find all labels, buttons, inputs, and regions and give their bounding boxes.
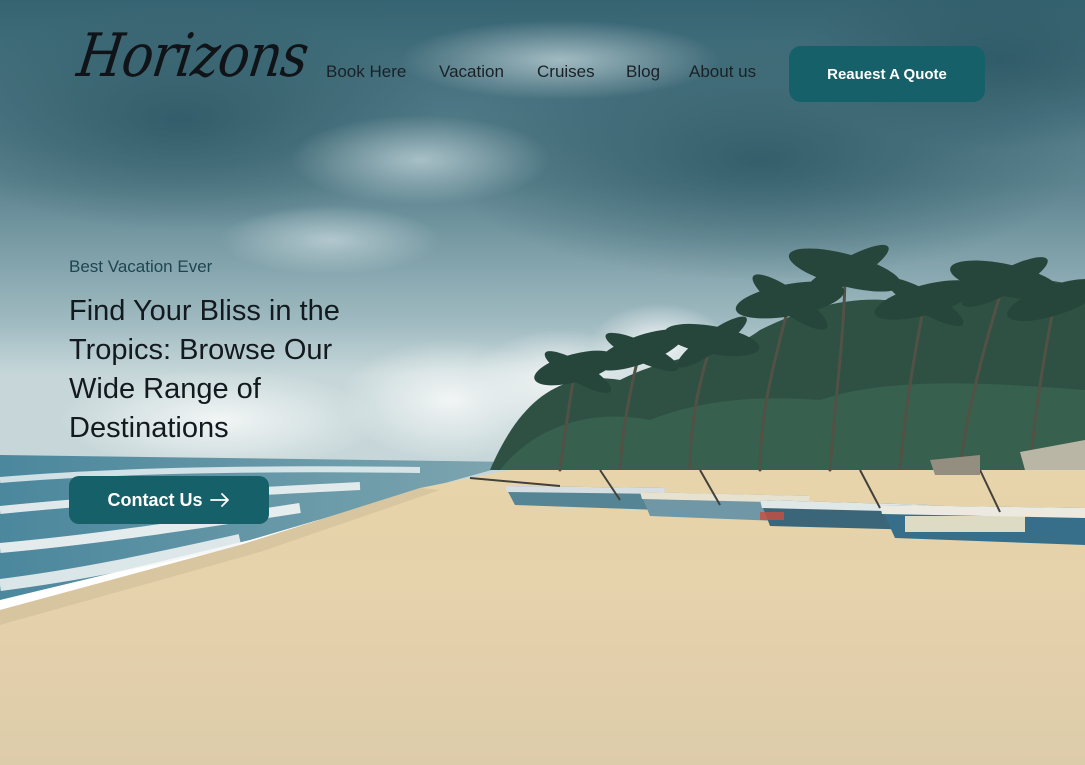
arrow-right-icon <box>209 493 229 507</box>
request-quote-button[interactable]: Reauest A Quote <box>789 46 985 102</box>
brand-logo[interactable]: Horizons <box>73 22 312 91</box>
site-header: Horizons Book Here Vacation Cruises Blog… <box>0 0 1085 150</box>
contact-us-label: Contact Us <box>107 489 203 510</box>
nav-item-book-here[interactable]: Book Here <box>326 62 406 82</box>
hero-eyebrow: Best Vacation Ever <box>69 257 213 276</box>
contact-us-button[interactable]: Contact Us <box>69 476 269 524</box>
hero-title: Find Your Bliss in the Tropics: Browse O… <box>69 295 340 444</box>
nav-item-blog[interactable]: Blog <box>626 62 660 82</box>
nav-item-cruises[interactable]: Cruises <box>537 62 595 82</box>
nav-item-about-us[interactable]: About us <box>689 62 756 82</box>
nav-item-vacation[interactable]: Vacation <box>439 62 504 82</box>
